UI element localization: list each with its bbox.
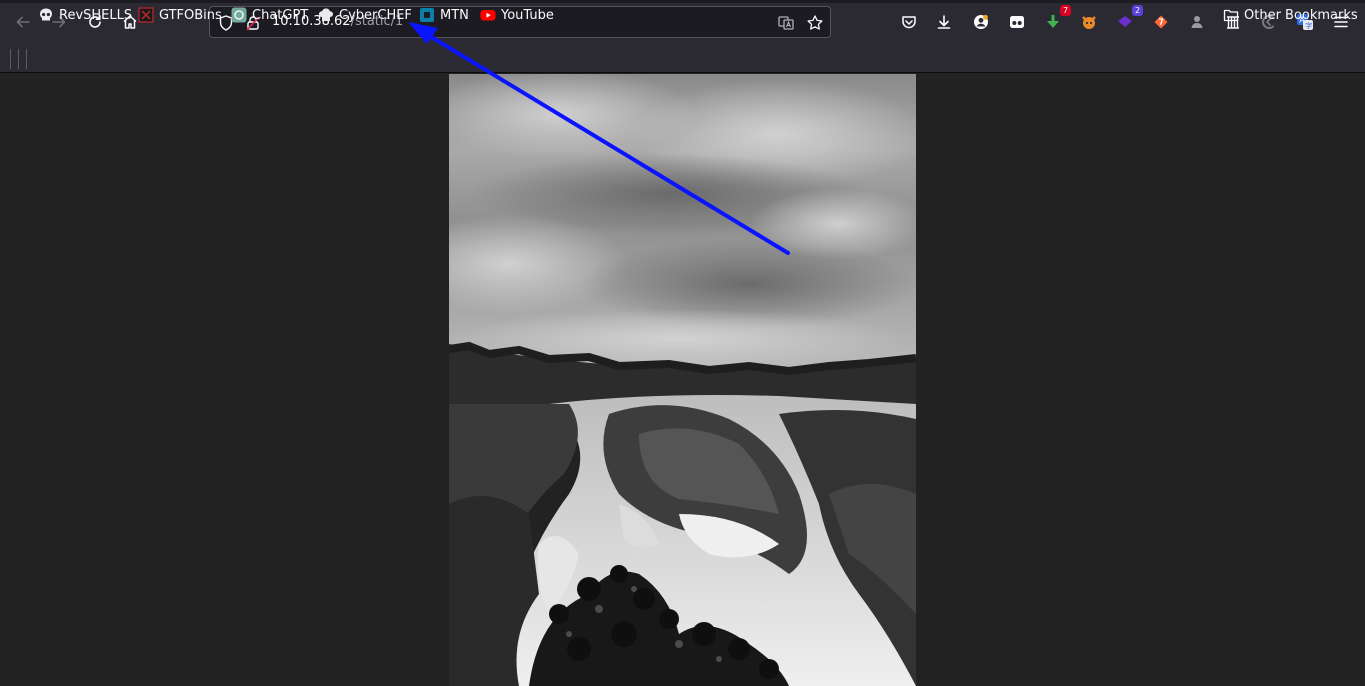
extension-glasses-button[interactable] [1003, 8, 1031, 36]
tab-strip-edge [0, 0, 1365, 3]
purple-extension-icon [1118, 16, 1132, 27]
bookmark-label: MTN [440, 7, 469, 23]
chatgpt-icon [231, 7, 247, 23]
chef-hat-icon [318, 7, 334, 23]
folder-icon [1223, 7, 1239, 23]
back-icon [16, 16, 30, 28]
account-icon [974, 14, 988, 29]
back-button[interactable] [9, 8, 37, 36]
bookmark-label: RevSHELLS [59, 7, 133, 23]
pocket-button[interactable] [895, 8, 923, 36]
landscape-photo [449, 74, 916, 686]
extension-puzzle-button[interactable] [1183, 8, 1211, 36]
bookmark-chatgpt[interactable]: ChatGPT [231, 5, 308, 25]
extension-download-helper-button[interactable]: 7 [1039, 5, 1071, 36]
skull-icon [38, 7, 54, 23]
pocket-icon [902, 16, 916, 29]
other-bookmarks[interactable]: Other Bookmarks [1223, 5, 1358, 25]
foxy-proxy-icon [1082, 16, 1096, 29]
bookmark-gtfobins[interactable]: GTFOBins [138, 5, 222, 25]
star-bookmark-icon[interactable] [806, 14, 824, 32]
bookmark-cyberchef[interactable]: CyberCHEF [318, 5, 412, 25]
extension-burp-button[interactable] [1147, 8, 1175, 36]
bookmark-label: CyberCHEF [339, 7, 412, 23]
extension-purple-button[interactable]: 2 [1111, 5, 1143, 36]
bookmark-label: GTFOBins [159, 7, 222, 23]
toolbar-separator [10, 49, 11, 69]
mtn-icon [419, 7, 435, 23]
bookmark-label: YouTube [501, 7, 554, 23]
toolbar-separator [26, 49, 27, 69]
gtfobins-icon [138, 7, 154, 23]
downloads-button[interactable] [930, 8, 958, 36]
bookmark-youtube[interactable]: YouTube [480, 5, 554, 25]
download-helper-icon [1047, 15, 1059, 28]
extension-badge-count-2: 2 [1132, 5, 1143, 16]
burp-icon [1154, 15, 1168, 29]
youtube-icon [480, 7, 496, 23]
download-icon [937, 15, 951, 29]
extension-fox-button[interactable] [1075, 8, 1103, 36]
spy-extension-icon [1191, 16, 1203, 28]
account-button[interactable] [967, 8, 995, 36]
bookmark-mtn[interactable]: MTN [419, 5, 469, 25]
bookmark-revshells[interactable]: RevSHELLS [38, 5, 132, 25]
bookmark-label: ChatGPT [252, 7, 309, 23]
toolbar-separator [18, 49, 19, 69]
translate-page-icon[interactable] [777, 14, 795, 32]
other-bookmarks-label: Other Bookmarks [1244, 7, 1358, 23]
bookmarks-toolbar [0, 44, 1365, 73]
extension-badge-count: 7 [1060, 5, 1071, 16]
glasses-extension-icon [1010, 16, 1024, 28]
